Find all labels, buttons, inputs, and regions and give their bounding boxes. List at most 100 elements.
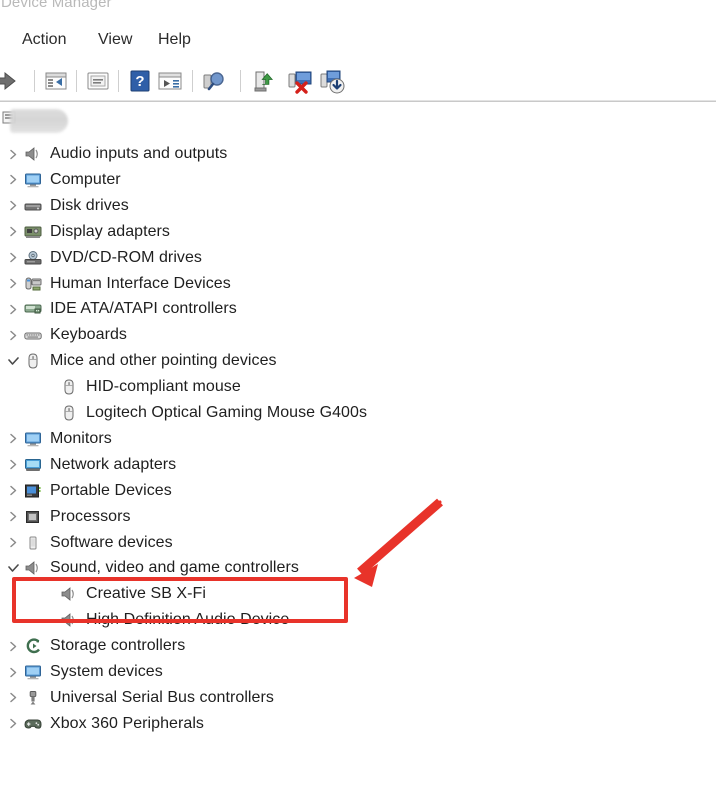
toolbar-separator xyxy=(192,70,193,92)
title-bar: Device Manager xyxy=(0,0,716,24)
tree-item-storage-controllers[interactable]: Storage controllers xyxy=(0,633,716,659)
tree-item-display-adapters[interactable]: Display adapters xyxy=(0,219,716,245)
tree-item-label: System devices xyxy=(50,663,163,680)
monitor-icon xyxy=(22,431,44,447)
monitor-icon xyxy=(22,664,44,680)
dvd-drive-icon xyxy=(22,250,44,266)
chevron-right-icon[interactable] xyxy=(4,485,22,496)
tree-item-label: Processors xyxy=(50,507,131,525)
tree-item-high-definition-audio-device[interactable]: High Definition Audio Device xyxy=(0,607,716,633)
svg-text:?: ? xyxy=(135,73,144,90)
toolbar-separator xyxy=(240,70,241,92)
speaker-icon xyxy=(58,586,80,602)
tree-item-label: Creative SB X-Fi xyxy=(86,585,206,603)
tree-item-audio-inputs-and-outputs[interactable]: Audio inputs and outputs xyxy=(0,141,716,167)
update-driver-icon[interactable] xyxy=(252,67,280,95)
display-adapter-icon xyxy=(22,224,44,240)
tree-item-label: Network adapters xyxy=(50,455,177,473)
tree-item-label: Monitors xyxy=(50,429,112,447)
back-arrow-icon[interactable] xyxy=(0,67,18,95)
speaker-icon xyxy=(22,560,44,576)
disable-device-icon[interactable] xyxy=(318,67,346,95)
redacted-computer-name xyxy=(10,109,68,133)
chevron-right-icon[interactable] xyxy=(4,667,22,678)
tree-item-label: Computer xyxy=(50,170,121,188)
chevron-right-icon[interactable] xyxy=(4,252,22,263)
tree-item-processors[interactable]: Processors xyxy=(0,504,716,530)
menu-item-view[interactable]: View xyxy=(93,29,137,51)
mouse-icon xyxy=(22,353,44,369)
monitor-icon xyxy=(22,172,44,188)
tree-divider xyxy=(0,101,716,102)
chevron-right-icon[interactable] xyxy=(4,433,22,444)
tree-item-monitors[interactable]: Monitors xyxy=(0,426,716,452)
tree-root-node[interactable] xyxy=(0,107,716,133)
chevron-right-icon[interactable] xyxy=(4,459,22,470)
chevron-right-icon[interactable] xyxy=(4,174,22,185)
tree-item-disk-drives[interactable]: Disk drives xyxy=(0,193,716,219)
tree-item-universal-serial-bus-controllers[interactable]: Universal Serial Bus controllers xyxy=(0,685,716,711)
toolbar: ? xyxy=(0,62,716,101)
show-hidden-devices-icon[interactable] xyxy=(84,67,112,95)
menu-bar: Action View Help xyxy=(0,24,716,56)
chevron-right-icon[interactable] xyxy=(4,200,22,211)
menu-item-action[interactable]: Action xyxy=(17,29,71,51)
tree-item-label: IDE ATA/ATAPI controllers xyxy=(50,300,237,318)
chevron-right-icon[interactable] xyxy=(4,718,22,729)
tree-item-label: DVD/CD-ROM drives xyxy=(50,248,202,266)
tree-item-label: Audio inputs and outputs xyxy=(50,145,228,162)
chevron-right-icon[interactable] xyxy=(4,511,22,522)
tree-item-label: Keyboards xyxy=(50,326,127,344)
tree-item-computer[interactable]: Computer xyxy=(0,167,716,193)
tree-item-label: Software devices xyxy=(50,533,173,551)
ide-controller-icon xyxy=(22,301,44,317)
toolbar-separator xyxy=(34,70,35,92)
tree-item-creative-sb-x-fi[interactable]: Creative SB X-Fi xyxy=(0,581,716,607)
chevron-right-icon[interactable] xyxy=(4,692,22,703)
chevron-right-icon[interactable] xyxy=(4,641,22,652)
tree-item-software-devices[interactable]: Software devices xyxy=(0,530,716,556)
chevron-right-icon[interactable] xyxy=(4,226,22,237)
mouse-icon xyxy=(58,379,80,395)
tree-item-logitech-optical-gaming-mouse-g400s[interactable]: Logitech Optical Gaming Mouse G400s xyxy=(0,400,716,426)
keyboard-icon xyxy=(22,327,44,343)
chevron-down-icon[interactable] xyxy=(4,564,22,573)
software-device-icon xyxy=(22,535,44,551)
tree-item-system-devices[interactable]: System devices xyxy=(0,659,716,685)
tree-item-label: Portable Devices xyxy=(50,481,172,499)
chevron-right-icon[interactable] xyxy=(4,330,22,341)
tree-item-sound-video-and-game-controllers[interactable]: Sound, video and game controllers xyxy=(0,555,716,581)
gamepad-icon xyxy=(22,716,44,732)
speaker-icon xyxy=(22,146,44,162)
scan-for-hardware-changes-icon[interactable] xyxy=(200,67,228,95)
menu-item-help[interactable]: Help xyxy=(153,29,196,51)
tree-item-label: Sound, video and game controllers xyxy=(50,559,299,577)
tree-item-portable-devices[interactable]: Portable Devices xyxy=(0,478,716,504)
tree-item-ide-ata-atapi-controllers[interactable]: IDE ATA/ATAPI controllers xyxy=(0,296,716,322)
toolbar-separator xyxy=(118,70,119,92)
disk-drive-icon xyxy=(22,198,44,214)
tree-item-network-adapters[interactable]: Network adapters xyxy=(0,452,716,478)
device-tree[interactable]: Audio inputs and outputs Computer Disk dri… xyxy=(0,101,716,789)
device-details-icon[interactable] xyxy=(156,67,184,95)
help-icon[interactable]: ? xyxy=(126,67,154,95)
storage-controller-icon xyxy=(22,638,44,654)
chevron-right-icon[interactable] xyxy=(4,304,22,315)
tree-item-label: Xbox 360 Peripherals xyxy=(50,714,204,732)
chevron-down-icon[interactable] xyxy=(4,356,22,366)
hid-icon xyxy=(22,276,44,292)
tree-item-keyboards[interactable]: Keyboards xyxy=(0,322,716,348)
tree-item-mice-and-other-pointing-devices[interactable]: Mice and other pointing devices xyxy=(0,348,716,374)
tree-item-human-interface-devices[interactable]: Human Interface Devices xyxy=(0,271,716,297)
properties-icon[interactable] xyxy=(42,67,70,95)
tree-item-dvd-cd-rom-drives[interactable]: DVD/CD-ROM drives xyxy=(0,245,716,271)
toolbar-separator xyxy=(76,70,77,92)
chevron-right-icon[interactable] xyxy=(4,278,22,289)
chevron-right-icon[interactable] xyxy=(4,537,22,548)
chevron-right-icon[interactable] xyxy=(4,149,22,160)
tree-item-hid-compliant-mouse[interactable]: HID-compliant mouse xyxy=(0,374,716,400)
usb-icon xyxy=(22,690,44,706)
tree-item-xbox-360-peripherals[interactable]: Xbox 360 Peripherals xyxy=(0,711,716,737)
uninstall-device-icon[interactable] xyxy=(286,67,314,95)
processor-icon xyxy=(22,509,44,525)
